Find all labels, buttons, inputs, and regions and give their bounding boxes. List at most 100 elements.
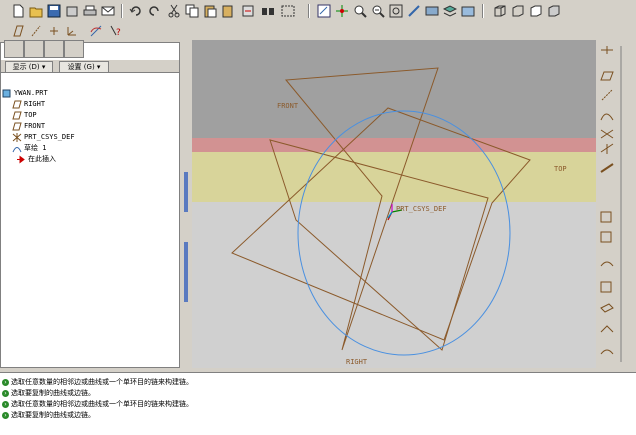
shell-icon [600, 303, 614, 313]
sweep-icon [600, 261, 614, 267]
background-band-dark [192, 40, 596, 138]
insert-here-icon [16, 155, 26, 164]
layers-icon[interactable] [442, 3, 458, 19]
refit-icon[interactable] [388, 3, 404, 19]
reorient-icon[interactable] [406, 3, 422, 19]
tree-item-csys[interactable]: PRT_CSYS_DEF [12, 132, 75, 142]
email-icon[interactable] [100, 3, 116, 19]
csys-label: PRT_CSYS_DEF [396, 205, 447, 213]
new-icon[interactable] [10, 3, 26, 19]
tree-item-label: RIGHT [24, 100, 46, 108]
csys-icon [12, 132, 22, 142]
part-icon [2, 89, 12, 98]
arrow-icon: › [2, 400, 9, 408]
tree-item-insert-here[interactable]: 在此插入 [16, 154, 56, 164]
panel-splitter[interactable] [181, 42, 191, 368]
collapse-handle[interactable] [184, 172, 188, 212]
tree-menubar: 显示 (D) ▾ 设置 (G) ▾ [1, 60, 179, 73]
datum-plane-icon [12, 111, 22, 120]
right-label: RIGHT [346, 358, 368, 366]
sketch-icon [12, 144, 22, 153]
background-band-red [192, 138, 596, 152]
tree-item-label: 草绘 1 [24, 144, 47, 152]
zoom-in-icon[interactable] [352, 3, 368, 19]
shading-icon[interactable] [546, 3, 562, 19]
revolve-icon [600, 231, 612, 243]
graphics-window[interactable]: FRONT TOP RIGHT PRT_CSYS_DEF [192, 40, 596, 368]
saved-views-icon[interactable] [424, 3, 440, 19]
front-label: FRONT [277, 102, 299, 110]
tree-item-top[interactable]: TOP [12, 110, 37, 120]
message-line: › 选取任意数量的相邻边或曲线或一个单环目的链来构建链。 [2, 377, 193, 387]
repaint-icon[interactable] [316, 3, 332, 19]
tree-item-front[interactable]: FRONT [12, 121, 45, 131]
save-icon[interactable] [46, 3, 62, 19]
zoom-out-icon[interactable] [370, 3, 386, 19]
svg-text:?: ? [116, 28, 121, 38]
csys-tool-icon[interactable] [64, 23, 80, 39]
spin-center-icon[interactable] [334, 3, 350, 19]
datum-point-icon [601, 46, 613, 54]
regenerate-icon[interactable] [240, 3, 256, 19]
collapse-handle[interactable] [184, 242, 188, 302]
no-hidden-icon[interactable] [528, 3, 544, 19]
tree-item-label: FRONT [24, 122, 46, 130]
message-line: › 选取要复制的曲线或边链。 [2, 388, 95, 398]
settings-menu-button[interactable]: 设置 (G) ▾ [59, 61, 109, 73]
tree-item-label: TOP [24, 111, 37, 119]
find-icon[interactable] [260, 3, 276, 19]
message-area: › 选取任意数量的相邻边或曲线或一个单环目的链来构建链。 › 选取要复制的曲线或… [0, 372, 636, 435]
tree-root-label: YWAN.PRT [14, 89, 48, 97]
datum-plane-icon [600, 71, 614, 81]
arrow-icon: › [2, 378, 9, 386]
csys-icon [600, 129, 614, 139]
tree-item-right[interactable]: RIGHT [12, 99, 45, 109]
draft-icon [600, 349, 614, 355]
paste-special-icon[interactable] [220, 3, 236, 19]
redo-icon[interactable] [146, 3, 162, 19]
rib-icon [600, 325, 614, 333]
right-toolbar [596, 42, 636, 368]
hole-icon [600, 281, 612, 293]
message-line: › 选取要复制的曲线或边链。 [2, 410, 95, 420]
model-tree-tab-icon[interactable] [4, 40, 24, 58]
model-tree-icon[interactable] [460, 3, 476, 19]
main-toolbar [0, 0, 636, 23]
folder-browser-tab-icon[interactable] [24, 40, 44, 58]
connections-tab-icon[interactable] [64, 40, 84, 58]
select-box-icon[interactable] [280, 3, 296, 19]
copy-icon[interactable] [184, 3, 200, 19]
favorites-tab-icon[interactable] [44, 40, 64, 58]
secondary-toolbar: ? [0, 22, 636, 42]
print-icon[interactable] [82, 3, 98, 19]
sketch-tool-icon[interactable] [88, 23, 104, 39]
datum-plane-icon [12, 122, 22, 131]
datum-axis-icon [601, 89, 613, 101]
undo-icon[interactable] [128, 3, 144, 19]
datum-point-tool-icon[interactable] [46, 23, 62, 39]
hidden-line-icon[interactable] [510, 3, 526, 19]
show-menu-button[interactable]: 显示 (D) ▾ [5, 61, 53, 73]
arrow-icon: › [2, 389, 9, 397]
datum-axis-tool-icon[interactable] [28, 23, 44, 39]
tree-root[interactable]: YWAN.PRT [2, 88, 48, 98]
help-icon[interactable]: ? [108, 23, 124, 39]
tree-item-label: 在此插入 [28, 155, 56, 163]
top-label: TOP [554, 165, 567, 173]
cut-icon[interactable] [166, 3, 182, 19]
model-view: FRONT TOP RIGHT PRT_CSYS_DEF [192, 40, 596, 368]
wireframe-icon[interactable] [492, 3, 508, 19]
datum-plane-tool-icon[interactable] [10, 23, 26, 39]
tree-item-label: PRT_CSYS_DEF [24, 133, 75, 141]
datum-curve-icon [600, 113, 614, 121]
open-icon[interactable] [28, 3, 44, 19]
background-band-yellow [192, 152, 596, 202]
tree-item-sketch[interactable]: 草绘 1 [12, 143, 46, 153]
background-band-light [192, 202, 596, 368]
paste-icon[interactable] [202, 3, 218, 19]
save-copy-icon[interactable] [64, 3, 80, 19]
arrow-icon: › [2, 411, 9, 419]
datum-plane-icon [12, 100, 22, 109]
extrude-icon [600, 211, 612, 223]
chain-icon [600, 163, 614, 173]
